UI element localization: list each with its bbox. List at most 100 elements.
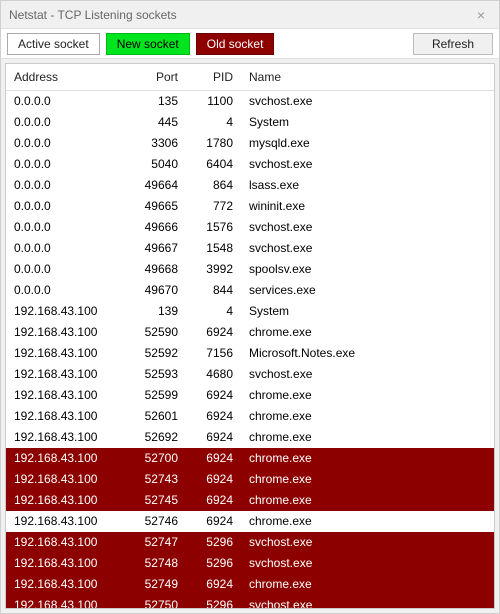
cell-port: 49668 [126, 259, 186, 280]
cell-port: 3306 [126, 133, 186, 154]
cell-port: 52748 [126, 553, 186, 574]
refresh-button[interactable]: Refresh [413, 33, 493, 55]
cell-name: svchost.exe [241, 91, 494, 112]
cell-pid: 6924 [186, 511, 241, 532]
cell-address: 192.168.43.100 [6, 427, 126, 448]
table-row[interactable]: 0.0.0.04454System [6, 112, 494, 133]
table-header-row: Address Port PID Name [6, 64, 494, 91]
cell-port: 49667 [126, 238, 186, 259]
col-name[interactable]: Name [241, 64, 494, 91]
cell-port: 52592 [126, 343, 186, 364]
table-row[interactable]: 0.0.0.049665772wininit.exe [6, 196, 494, 217]
cell-address: 192.168.43.100 [6, 511, 126, 532]
cell-port: 52692 [126, 427, 186, 448]
cell-name: svchost.exe [241, 595, 494, 610]
cell-port: 49665 [126, 196, 186, 217]
cell-pid: 1576 [186, 217, 241, 238]
table-row[interactable]: 0.0.0.0496661576svchost.exe [6, 217, 494, 238]
cell-name: chrome.exe [241, 448, 494, 469]
cell-name: System [241, 301, 494, 322]
cell-pid: 6404 [186, 154, 241, 175]
table-row[interactable]: 192.168.43.100527006924chrome.exe [6, 448, 494, 469]
table-row[interactable]: 192.168.43.100525934680svchost.exe [6, 364, 494, 385]
table-row[interactable]: 192.168.43.100526016924chrome.exe [6, 406, 494, 427]
col-port[interactable]: Port [126, 64, 186, 91]
cell-port: 52700 [126, 448, 186, 469]
table-row[interactable]: 0.0.0.033061780mysqld.exe [6, 133, 494, 154]
cell-pid: 6924 [186, 448, 241, 469]
cell-address: 0.0.0.0 [6, 217, 126, 238]
cell-port: 49666 [126, 217, 186, 238]
cell-name: spoolsv.exe [241, 259, 494, 280]
table-row[interactable]: 0.0.0.01351100svchost.exe [6, 91, 494, 112]
table-row[interactable]: 192.168.43.100525996924chrome.exe [6, 385, 494, 406]
table-row[interactable]: 0.0.0.049670844services.exe [6, 280, 494, 301]
cell-pid: 4680 [186, 364, 241, 385]
cell-address: 192.168.43.100 [6, 574, 126, 595]
cell-port: 52599 [126, 385, 186, 406]
cell-address: 0.0.0.0 [6, 280, 126, 301]
cell-pid: 5296 [186, 595, 241, 610]
table-row[interactable]: 192.168.43.100526926924chrome.exe [6, 427, 494, 448]
table-row[interactable]: 192.168.43.100525927156Microsoft.Notes.e… [6, 343, 494, 364]
tab-old-socket[interactable]: Old socket [196, 33, 275, 55]
cell-port: 445 [126, 112, 186, 133]
tab-active-socket[interactable]: Active socket [7, 33, 100, 55]
table-row[interactable]: 192.168.43.100527505296svchost.exe [6, 595, 494, 610]
cell-pid: 1780 [186, 133, 241, 154]
cell-port: 52747 [126, 532, 186, 553]
table-row[interactable]: 0.0.0.050406404svchost.exe [6, 154, 494, 175]
cell-address: 0.0.0.0 [6, 196, 126, 217]
cell-port: 52746 [126, 511, 186, 532]
cell-port: 49664 [126, 175, 186, 196]
cell-address: 0.0.0.0 [6, 154, 126, 175]
cell-address: 0.0.0.0 [6, 259, 126, 280]
cell-name: wininit.exe [241, 196, 494, 217]
cell-name: svchost.exe [241, 364, 494, 385]
cell-pid: 6924 [186, 427, 241, 448]
table-row[interactable]: 192.168.43.100527466924chrome.exe [6, 511, 494, 532]
cell-pid: 6924 [186, 322, 241, 343]
cell-name: System [241, 112, 494, 133]
cell-pid: 772 [186, 196, 241, 217]
socket-table-container[interactable]: Address Port PID Name 0.0.0.01351100svch… [5, 63, 495, 609]
table-row[interactable]: 0.0.0.0496671548svchost.exe [6, 238, 494, 259]
cell-name: Microsoft.Notes.exe [241, 343, 494, 364]
cell-name: chrome.exe [241, 574, 494, 595]
cell-name: svchost.exe [241, 154, 494, 175]
cell-port: 52750 [126, 595, 186, 610]
table-row[interactable]: 192.168.43.100527475296svchost.exe [6, 532, 494, 553]
cell-name: mysqld.exe [241, 133, 494, 154]
cell-address: 192.168.43.100 [6, 469, 126, 490]
cell-address: 0.0.0.0 [6, 175, 126, 196]
col-address[interactable]: Address [6, 64, 126, 91]
cell-port: 139 [126, 301, 186, 322]
cell-pid: 5296 [186, 553, 241, 574]
table-row[interactable]: 192.168.43.100527436924chrome.exe [6, 469, 494, 490]
cell-name: chrome.exe [241, 406, 494, 427]
table-row[interactable]: 0.0.0.049664864lsass.exe [6, 175, 494, 196]
table-row[interactable]: 192.168.43.100527485296svchost.exe [6, 553, 494, 574]
table-row[interactable]: 192.168.43.100527496924chrome.exe [6, 574, 494, 595]
cell-pid: 6924 [186, 490, 241, 511]
table-row[interactable]: 192.168.43.100527456924chrome.exe [6, 490, 494, 511]
tab-new-socket[interactable]: New socket [106, 33, 190, 55]
cell-name: chrome.exe [241, 427, 494, 448]
cell-pid: 5296 [186, 532, 241, 553]
cell-address: 192.168.43.100 [6, 490, 126, 511]
table-row[interactable]: 192.168.43.1001394System [6, 301, 494, 322]
cell-pid: 844 [186, 280, 241, 301]
cell-pid: 864 [186, 175, 241, 196]
cell-name: svchost.exe [241, 553, 494, 574]
cell-name: chrome.exe [241, 490, 494, 511]
cell-address: 192.168.43.100 [6, 532, 126, 553]
table-row[interactable]: 0.0.0.0496683992spoolsv.exe [6, 259, 494, 280]
cell-name: services.exe [241, 280, 494, 301]
table-row[interactable]: 192.168.43.100525906924chrome.exe [6, 322, 494, 343]
close-icon[interactable]: × [471, 7, 491, 23]
cell-name: svchost.exe [241, 532, 494, 553]
col-pid[interactable]: PID [186, 64, 241, 91]
cell-address: 192.168.43.100 [6, 385, 126, 406]
cell-address: 0.0.0.0 [6, 91, 126, 112]
cell-address: 0.0.0.0 [6, 112, 126, 133]
